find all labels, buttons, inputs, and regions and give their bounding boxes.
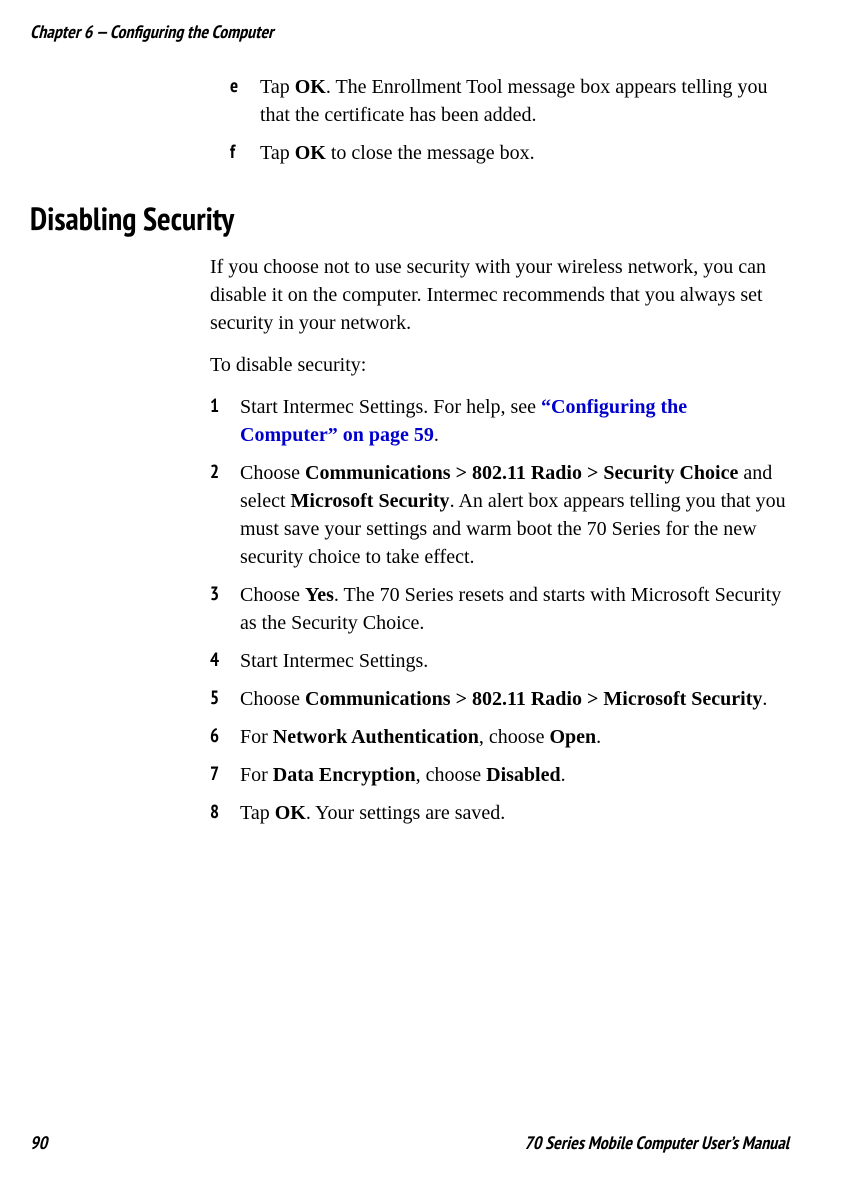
list-item-marker: 3 bbox=[210, 581, 240, 637]
page-footer: 90 70 Series Mobile Computer User’s Manu… bbox=[30, 1131, 789, 1154]
list-item-text: Tap OK to close the message box. bbox=[260, 139, 789, 167]
list-item: 6For Network Authentication, choose Open… bbox=[210, 723, 789, 751]
list-item: 2Choose Communications > 802.11 Radio > … bbox=[210, 459, 789, 571]
list-item-text: Choose Yes. The 70 Series resets and sta… bbox=[240, 581, 789, 637]
list-item-text: For Network Authentication, choose Open. bbox=[240, 723, 789, 751]
list-item-marker: 1 bbox=[210, 393, 240, 449]
list-item-marker: 8 bbox=[210, 799, 240, 827]
list-item: 3Choose Yes. The 70 Series resets and st… bbox=[210, 581, 789, 637]
list-item: 8Tap OK. Your settings are saved. bbox=[210, 799, 789, 827]
list-item-text: Choose Communications > 802.11 Radio > S… bbox=[240, 459, 789, 571]
list-item-marker: 2 bbox=[210, 459, 240, 571]
list-item-marker: 5 bbox=[210, 685, 240, 713]
list-item-text: Tap OK. The Enrollment Tool message box … bbox=[260, 73, 789, 129]
paragraph: If you choose not to use security with y… bbox=[210, 253, 789, 337]
chapter-header: Chapter 6 — Configuring the Computer bbox=[30, 20, 789, 43]
list-item: 4Start Intermec Settings. bbox=[210, 647, 789, 675]
page-number: 90 bbox=[30, 1131, 47, 1154]
numbered-list: 1Start Intermec Settings. For help, see … bbox=[210, 393, 789, 827]
list-item: 1Start Intermec Settings. For help, see … bbox=[210, 393, 789, 449]
list-item-text: Choose Communications > 802.11 Radio > M… bbox=[240, 685, 789, 713]
list-item-marker: 4 bbox=[210, 647, 240, 675]
page: Chapter 6 — Configuring the Computer eTa… bbox=[0, 0, 849, 1178]
list-item-marker: 6 bbox=[210, 723, 240, 751]
section-heading: Disabling Security bbox=[30, 197, 789, 239]
list-item: 5Choose Communications > 802.11 Radio > … bbox=[210, 685, 789, 713]
alpha-list: eTap OK. The Enrollment Tool message box… bbox=[230, 73, 789, 167]
manual-title: 70 Series Mobile Computer User’s Manual bbox=[524, 1131, 789, 1154]
list-item-text: Start Intermec Settings. bbox=[240, 647, 789, 675]
list-item: eTap OK. The Enrollment Tool message box… bbox=[230, 73, 789, 129]
list-item: fTap OK to close the message box. bbox=[230, 139, 789, 167]
list-item-text: Tap OK. Your settings are saved. bbox=[240, 799, 789, 827]
paragraph: To disable security: bbox=[210, 351, 789, 379]
list-item-marker: 7 bbox=[210, 761, 240, 789]
list-item-marker: f bbox=[230, 139, 260, 167]
list-item-text: Start Intermec Settings. For help, see “… bbox=[240, 393, 789, 449]
list-item: 7For Data Encryption, choose Disabled. bbox=[210, 761, 789, 789]
list-item-marker: e bbox=[230, 73, 260, 129]
list-item-text: For Data Encryption, choose Disabled. bbox=[240, 761, 789, 789]
